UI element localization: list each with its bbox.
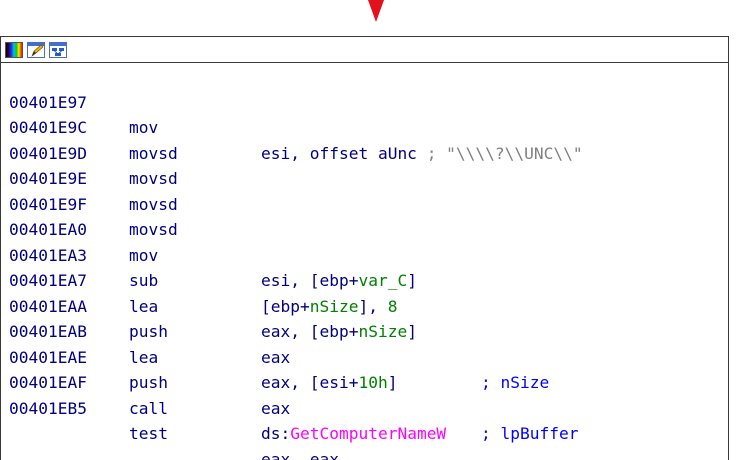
operands: eax, eax (261, 449, 339, 460)
code-line[interactable]: 00401EA3 sub [ebp+nSize], 8 (5, 217, 728, 316)
code-line[interactable]: 00401EA7 lea eax, [ebp+nSize] (5, 243, 728, 341)
graph-view-icon[interactable] (49, 42, 67, 58)
code-line[interactable]: 00401E9F movsd (5, 166, 728, 240)
mnemonic: test (129, 424, 168, 443)
api-function-name: GetComputerNameW (290, 424, 447, 443)
code-line[interactable]: 00401E9C movsd (5, 90, 728, 163)
code-line[interactable]: 00401EAE push eax ; lpBuffer (5, 319, 728, 444)
code-line[interactable]: 00401EA0 mov esi, [ebp+var_C] (5, 192, 728, 290)
disassembly-listing: 00401E97 mov esi, offset aUnc ; "\\\\?\\… (1, 63, 728, 460)
address: 00401EB5 (9, 398, 87, 418)
code-line[interactable]: 00401E97 mov esi, offset aUnc ; "\\\\?\\… (5, 64, 728, 163)
mnemonic: call (129, 398, 168, 418)
code-line[interactable]: 00401EAA push eax ; nSize (5, 268, 728, 393)
code-line[interactable]: 00401E9E movsd (5, 141, 728, 214)
operands: eax (261, 398, 291, 418)
code-line[interactable]: 00401EB5 test eax, eax (5, 370, 728, 460)
code-block-node[interactable]: 00401E97 mov esi, offset aUnc ; "\\\\?\\… (0, 36, 729, 460)
node-header (1, 37, 728, 63)
incoming-edge-arrow (368, 0, 384, 22)
edit-icon[interactable] (27, 42, 45, 58)
code-line[interactable]: 00401EAF call ds:GetComputerNameW (5, 345, 728, 443)
code-line[interactable]: 00401E9D movsd (5, 115, 728, 189)
code-line[interactable]: 00401EAB lea eax, [esi+10h] (5, 294, 728, 392)
color-palette-icon[interactable] (5, 42, 23, 58)
comment: ; lpBuffer (481, 424, 579, 443)
operands: ds:GetComputerNameW (261, 424, 447, 443)
